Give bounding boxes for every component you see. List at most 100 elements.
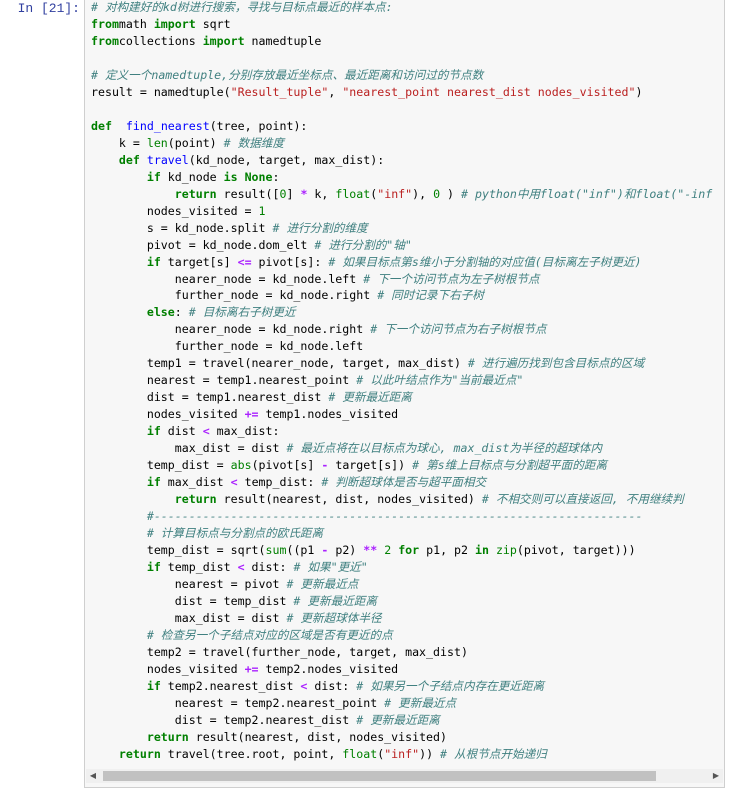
code-line: temp_dist = abs(pivot[s] - target[s]) # … [91, 457, 712, 474]
scroll-right-icon[interactable]: ▶ [709, 769, 723, 783]
code-line: #---------------------------------------… [91, 508, 712, 525]
code-line: def find_nearest(tree, point): [91, 118, 712, 135]
code-token: nodes_visited = [91, 203, 259, 218]
code-token: (pivot, target))) [516, 543, 636, 557]
code-line: nearer_node = kd_node.right # 下一个访问节点为右子… [91, 321, 712, 338]
code-token: temp2 = travel(further_node, target, max… [91, 644, 468, 659]
code-token: float [342, 746, 378, 761]
code-token: # 定义一个namedtuple,分别存放最近坐标点、最近距离和访问过的节点数 [91, 67, 484, 82]
code-token: ((p1 [286, 543, 322, 557]
code-token: further_node = kd_node.left [91, 339, 364, 354]
code-token: math [118, 16, 154, 31]
horizontal-scrollbar[interactable]: ◀ ▶ [86, 769, 723, 783]
scroll-left-icon[interactable]: ◀ [86, 769, 100, 783]
code-token: dist [160, 424, 203, 439]
code-token: sum [265, 543, 287, 557]
code-token: temp_dist = sqrt( [91, 543, 266, 557]
code-token: result(nearest, dist, nodes_visited) [188, 729, 447, 744]
code-token: )) [419, 746, 441, 761]
code-token: dist: [307, 678, 357, 693]
code-token: target[s]) [328, 458, 413, 473]
code-token: # 以此叶结点作为"当前最近点" [356, 373, 524, 388]
code-line: if target[s] <= pivot[s]: # 如果目标点第s维小于分割… [91, 254, 712, 271]
code-token: import [153, 16, 196, 31]
code-token: def [118, 152, 140, 167]
code-token: # 数据维度 [223, 135, 284, 150]
code-token: pivot = kd_node.dom_elt [91, 237, 315, 252]
code-line: if kd_node is None: [91, 169, 712, 186]
code-token: "Result_tuple" [230, 84, 329, 99]
code-token: , [328, 84, 343, 99]
code-token: is None [223, 169, 273, 184]
code-token: import [202, 33, 245, 48]
code-line: if temp_dist < dist: # 如果"更近" [91, 559, 712, 576]
code-line: dist = temp2.nearest_dist # 更新最近距离 [91, 712, 712, 729]
code-token: += [244, 407, 259, 422]
code-token: ) [440, 186, 462, 201]
code-line: return result([0] * k, float("inf"), 0 )… [91, 186, 712, 203]
code-token: if [146, 475, 161, 490]
code-token: for [398, 543, 420, 557]
code-token: zip [495, 543, 517, 557]
code-token: travel [146, 152, 189, 167]
code-token: temp2.nodes_visited [258, 661, 399, 676]
code-token: nearest = temp1.nearest_point [91, 373, 357, 388]
code-token: # python中用float("inf")和float("-inf [461, 186, 713, 201]
code-token: # 下一个访问节点为左子树根节点 [363, 271, 540, 286]
code-token: # 更新超球体半径 [286, 610, 382, 625]
code-token: # 第s维上目标点与分割超平面的距离 [412, 458, 607, 473]
code-line: # 计算目标点与分割点的欧氏距离 [91, 525, 712, 542]
code-line: if temp2.nearest_dist < dist: # 如果另一个子结点… [91, 678, 712, 695]
code-token: float [335, 186, 371, 201]
code-token: # 更新最近距离 [328, 390, 412, 405]
scrollbar-thumb[interactable] [103, 771, 656, 781]
code-token: in [474, 543, 489, 557]
code-editor[interactable]: # 对构建好的kd树进行搜索，寻找与目标点最近的样本点: frommath imp… [91, 0, 712, 763]
code-token: # 从根节点开始递归 [440, 746, 547, 761]
code-line: further_node = kd_node.left [91, 338, 712, 355]
code-token: temp1 = travel(nearer_node, target, max_… [91, 356, 468, 371]
code-token: < [202, 424, 210, 439]
code-token: "inf" [384, 746, 420, 761]
code-token: nearest = temp2.nearest_point [91, 695, 385, 710]
code-token: # 如果另一个子结点内存在更近距离 [356, 678, 545, 693]
code-token: else [146, 305, 175, 320]
code-token: < [237, 559, 245, 574]
code-line: def travel(kd_node, target, max_dist): [91, 152, 712, 169]
code-token: # 检查另一个子结点对应的区域是否有更近的点 [146, 627, 393, 642]
code-line: pivot = kd_node.dom_elt # 进行分割的"轴" [91, 237, 712, 254]
code-cell[interactable]: # 对构建好的kd树进行搜索，寻找与目标点最近的样本点: frommath imp… [84, 0, 725, 788]
input-prompt: In [21]: [17, 1, 80, 16]
code-line: temp1 = travel(nearer_node, target, max_… [91, 355, 712, 372]
code-token: travel(tree.root, point, [160, 746, 343, 761]
code-token: if [146, 424, 161, 439]
code-token: nodes_visited [91, 407, 245, 422]
code-token: ) [635, 84, 643, 99]
code-line: s = kd_node.split # 进行分割的维度 [91, 220, 712, 237]
code-token: dist: [244, 559, 294, 574]
code-token: return [174, 186, 217, 201]
code-token: # 更新最近点 [286, 576, 359, 591]
code-token: "nearest_point nearest_dist nodes_visite… [342, 84, 636, 99]
code-token: "inf" [377, 186, 413, 201]
code-token: pivot[s]: [251, 254, 329, 269]
code-line: return result(nearest, dist, nodes_visit… [91, 491, 712, 508]
code-line: temp2 = travel(further_node, target, max… [91, 644, 712, 661]
code-token: return [118, 746, 161, 761]
code-token: # 下一个访问节点为右子树根节点 [370, 322, 547, 337]
code-line: temp_dist = sqrt(sum((p1 - p2) ** 2 for … [91, 542, 712, 559]
code-token: += [244, 661, 259, 676]
code-line: else: # 目标离右子树更近 [91, 304, 712, 321]
